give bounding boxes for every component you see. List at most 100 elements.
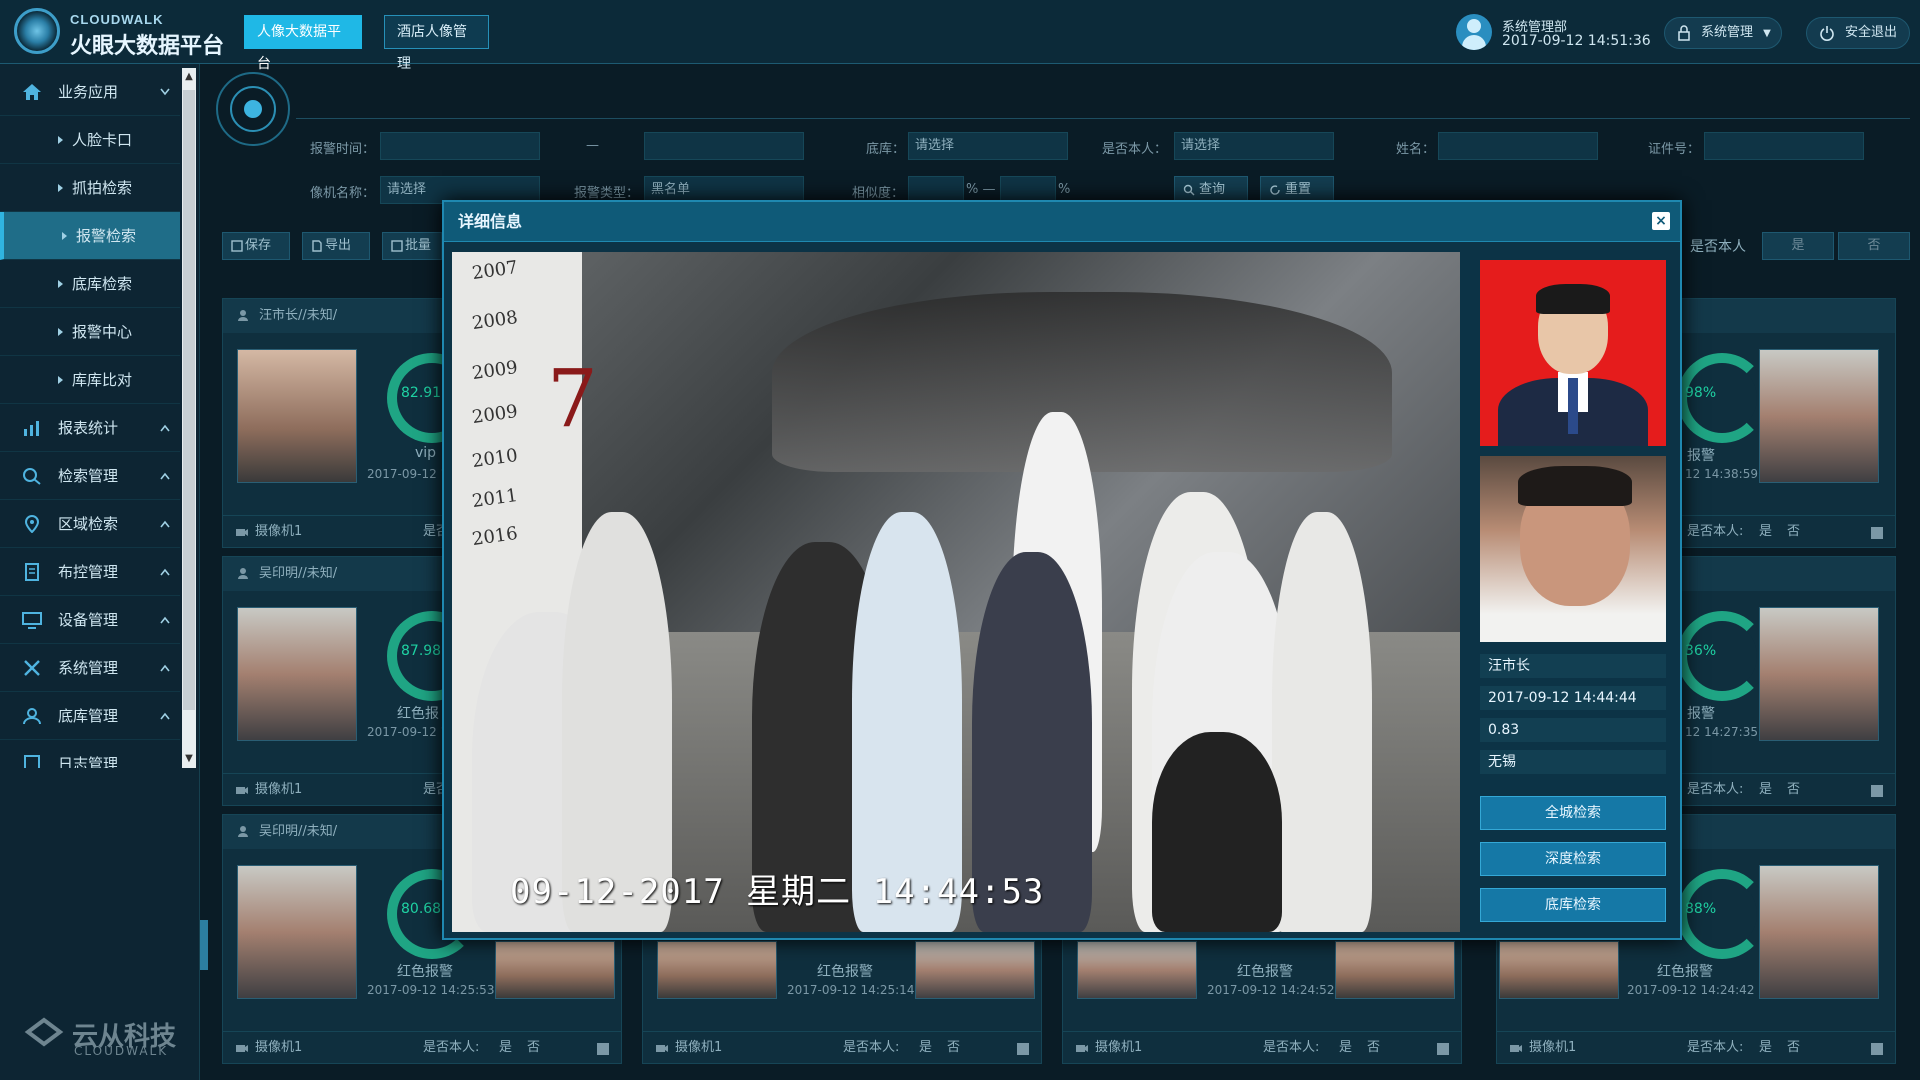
detail-name: 汪市长 [1480, 654, 1666, 678]
sidebar-item-log-mgmt[interactable]: 日志管理 [0, 740, 180, 768]
library-face-image[interactable] [1759, 865, 1879, 999]
similarity-label: 相似度： [852, 186, 905, 201]
capture-face-image[interactable] [237, 349, 357, 483]
capture-face-image[interactable] [1077, 941, 1197, 999]
user-group-icon [23, 708, 41, 725]
sidebar-item-label: 底库检索 [72, 275, 133, 293]
nav-hotel-portrait[interactable]: 酒店人像管理 [384, 15, 489, 72]
sidebar-item-business[interactable]: 业务应用 [0, 68, 180, 116]
library-portrait-image[interactable] [1480, 260, 1666, 446]
alarm-time: 2017-09-12 1 [367, 467, 449, 481]
id-number-input[interactable] [1704, 132, 1864, 160]
camera-icon [236, 787, 248, 794]
sidebar-item-capture-search[interactable]: 抓拍检索 [0, 164, 180, 212]
sidebar-menu: 业务应用 人脸卡口 抓拍检索 报警检索 底库检索 报警中心 库库比对 报表统计 … [0, 68, 180, 768]
bullet-icon [58, 184, 63, 192]
modal-title: 详细信息 [458, 212, 523, 231]
camera-label: 像机名称： [310, 186, 376, 201]
deep-search-button[interactable]: 深度检索 [1480, 842, 1666, 876]
city-search-button[interactable]: 全城检索 [1480, 796, 1666, 830]
detail-modal: 详细信息 × 2007 2008 2009 2009 2010 2011 201… [442, 200, 1682, 940]
sidebar-item-library-mgmt[interactable]: 底库管理 [0, 692, 180, 740]
library-select[interactable]: 请选择 [908, 132, 1068, 160]
card-checkbox[interactable] [1437, 1043, 1449, 1055]
capture-face-image[interactable] [657, 941, 777, 999]
monitor-icon [22, 612, 42, 629]
sidebar-item-reports[interactable]: 报表统计 [0, 404, 180, 452]
sidebar-item-alarm-center[interactable]: 报警中心 [0, 308, 180, 356]
sidebar-scrollbar[interactable]: ▲ ▼ [182, 68, 196, 768]
batch-button[interactable]: 批量 [382, 232, 442, 260]
card-footer: 摄像机1 是否本人: 是否 [643, 1031, 1041, 1063]
card-self-no[interactable]: 否 [1787, 516, 1800, 548]
card-self-no[interactable]: 否 [1787, 774, 1800, 806]
sidebar-collapse-handle[interactable] [200, 920, 208, 970]
system-menu-button[interactable]: 系统管理 ▼ [1664, 17, 1782, 49]
surveillance-scene-image[interactable]: 2007 2008 2009 2009 2010 2011 2016 7 09-… [452, 252, 1460, 932]
alarm-time-end-input[interactable] [644, 132, 804, 160]
sidebar-item-area-search[interactable]: 区域检索 [0, 500, 180, 548]
card-self-no[interactable]: 否 [1367, 1032, 1380, 1064]
logo-cn-text: 火眼大数据平台 [70, 34, 225, 59]
card-self-no[interactable]: 否 [1787, 1032, 1800, 1064]
app-header: CLOUDWALK 火眼大数据平台 人像大数据平台 酒店人像管理 系统管理部 2… [0, 0, 1920, 72]
capture-hair [1518, 466, 1632, 506]
sidebar-item-alarm-search[interactable]: 报警检索 [0, 212, 180, 260]
sidebar-item-label: 抓拍检索 [72, 179, 133, 197]
card-checkbox[interactable] [1871, 1043, 1883, 1055]
card-self-label: 是否本人: [1687, 1040, 1744, 1055]
card-checkbox[interactable] [1017, 1043, 1029, 1055]
capture-face-image[interactable] [1499, 941, 1619, 999]
card-self-no[interactable]: 否 [947, 1032, 960, 1064]
alarm-time-start-input[interactable] [380, 132, 540, 160]
alarm-type: 红色报警 [1657, 964, 1713, 980]
is-self-select[interactable]: 请选择 [1174, 132, 1334, 160]
user-avatar-icon[interactable] [1456, 14, 1492, 50]
card-self-yes[interactable]: 是 [919, 1032, 932, 1064]
logout-button[interactable]: 安全退出 [1806, 17, 1910, 49]
name-input[interactable] [1438, 132, 1598, 160]
card-checkbox[interactable] [1871, 527, 1883, 539]
scroll-thumb[interactable] [183, 90, 195, 710]
card-self-yes[interactable]: 是 [1759, 516, 1772, 548]
card-self-yes[interactable]: 是 [1339, 1032, 1352, 1064]
capture-face-image[interactable] [237, 607, 357, 741]
card-self-label: 是否本人: [843, 1040, 900, 1055]
card-self-label: 是否本人: [1687, 524, 1744, 539]
library-search-button[interactable]: 底库检索 [1480, 888, 1666, 922]
sidebar-item-system-mgmt[interactable]: 系统管理 [0, 644, 180, 692]
sidebar-item-library-search[interactable]: 底库检索 [0, 260, 180, 308]
query-label: 查询 [1199, 182, 1226, 197]
is-self-yes-button[interactable]: 是 [1762, 232, 1834, 260]
camera-name: 摄像机1 [1095, 1040, 1143, 1055]
scroll-up-icon[interactable]: ▲ [182, 68, 196, 86]
save-button[interactable]: 保存 [222, 232, 290, 260]
card-self-yes[interactable]: 是 [499, 1032, 512, 1064]
card-self-yes[interactable]: 是 [1759, 774, 1772, 806]
sidebar-item-face-gate[interactable]: 人脸卡口 [0, 116, 180, 164]
detail-time: 2017-09-12 14:44:44 [1480, 686, 1666, 710]
card-checkbox[interactable] [597, 1043, 609, 1055]
export-button[interactable]: 导出 [302, 232, 370, 260]
card-self-label: 是否本人: [423, 1040, 480, 1055]
card-self-no[interactable]: 否 [527, 1032, 540, 1064]
nav-portrait-platform[interactable]: 人像大数据平台 [244, 15, 362, 72]
library-face-image[interactable] [1335, 941, 1455, 999]
capture-face-image[interactable] [237, 865, 357, 999]
system-menu-label: 系统管理 [1701, 25, 1754, 40]
sidebar-item-deploy-mgmt[interactable]: 布控管理 [0, 548, 180, 596]
sidebar-item-label: 设备管理 [58, 611, 119, 629]
sidebar-item-library-compare[interactable]: 库库比对 [0, 356, 180, 404]
library-face-image[interactable] [1759, 349, 1879, 483]
sidebar-item-device-mgmt[interactable]: 设备管理 [0, 596, 180, 644]
is-self-no-button[interactable]: 否 [1838, 232, 1910, 260]
library-face-image[interactable] [495, 941, 615, 999]
scroll-down-icon[interactable]: ▼ [182, 750, 196, 768]
card-checkbox[interactable] [1871, 785, 1883, 797]
card-self-yes[interactable]: 是 [1759, 1032, 1772, 1064]
captured-face-image[interactable] [1480, 456, 1666, 642]
library-face-image[interactable] [915, 941, 1035, 999]
library-face-image[interactable] [1759, 607, 1879, 741]
sidebar-item-search-mgmt[interactable]: 检索管理 [0, 452, 180, 500]
close-icon[interactable]: × [1652, 212, 1670, 230]
